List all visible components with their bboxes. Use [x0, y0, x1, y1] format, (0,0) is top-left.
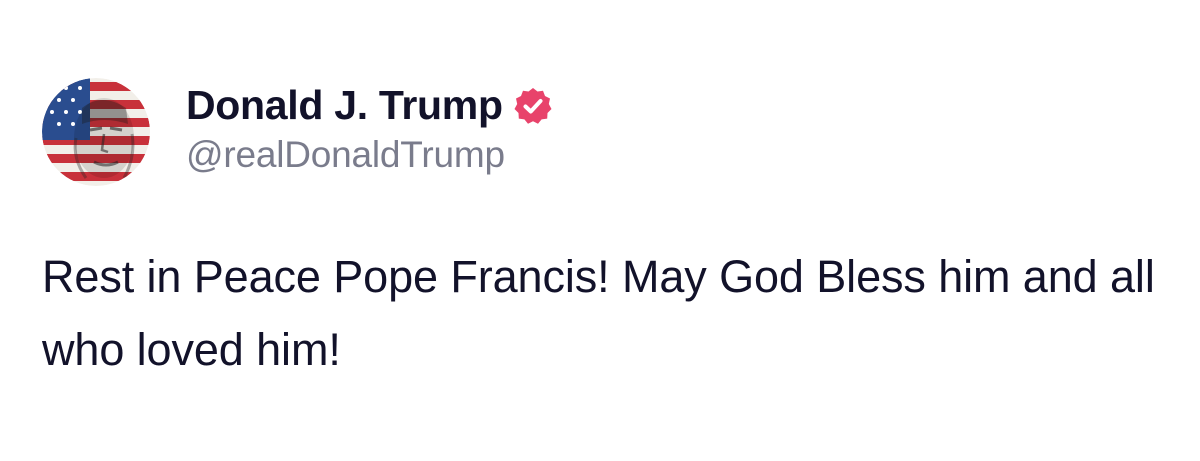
author-handle[interactable]: @realDonaldTrump — [186, 132, 553, 178]
author-name-row: Donald J. Trump — [186, 80, 553, 130]
verified-badge-icon — [513, 86, 553, 126]
post-header: Donald J. Trump @realDonaldTrump — [42, 78, 1162, 186]
author-display-name[interactable]: Donald J. Trump — [186, 80, 503, 130]
avatar-flag-portrait-icon — [42, 78, 150, 186]
post-card: Donald J. Trump @realDonaldTrump Rest in… — [42, 78, 1162, 386]
post-content: Rest in Peace Pope Francis! May God Bles… — [42, 251, 1155, 375]
author-info: Donald J. Trump @realDonaldTrump — [186, 80, 553, 178]
author-avatar[interactable] — [42, 78, 150, 186]
